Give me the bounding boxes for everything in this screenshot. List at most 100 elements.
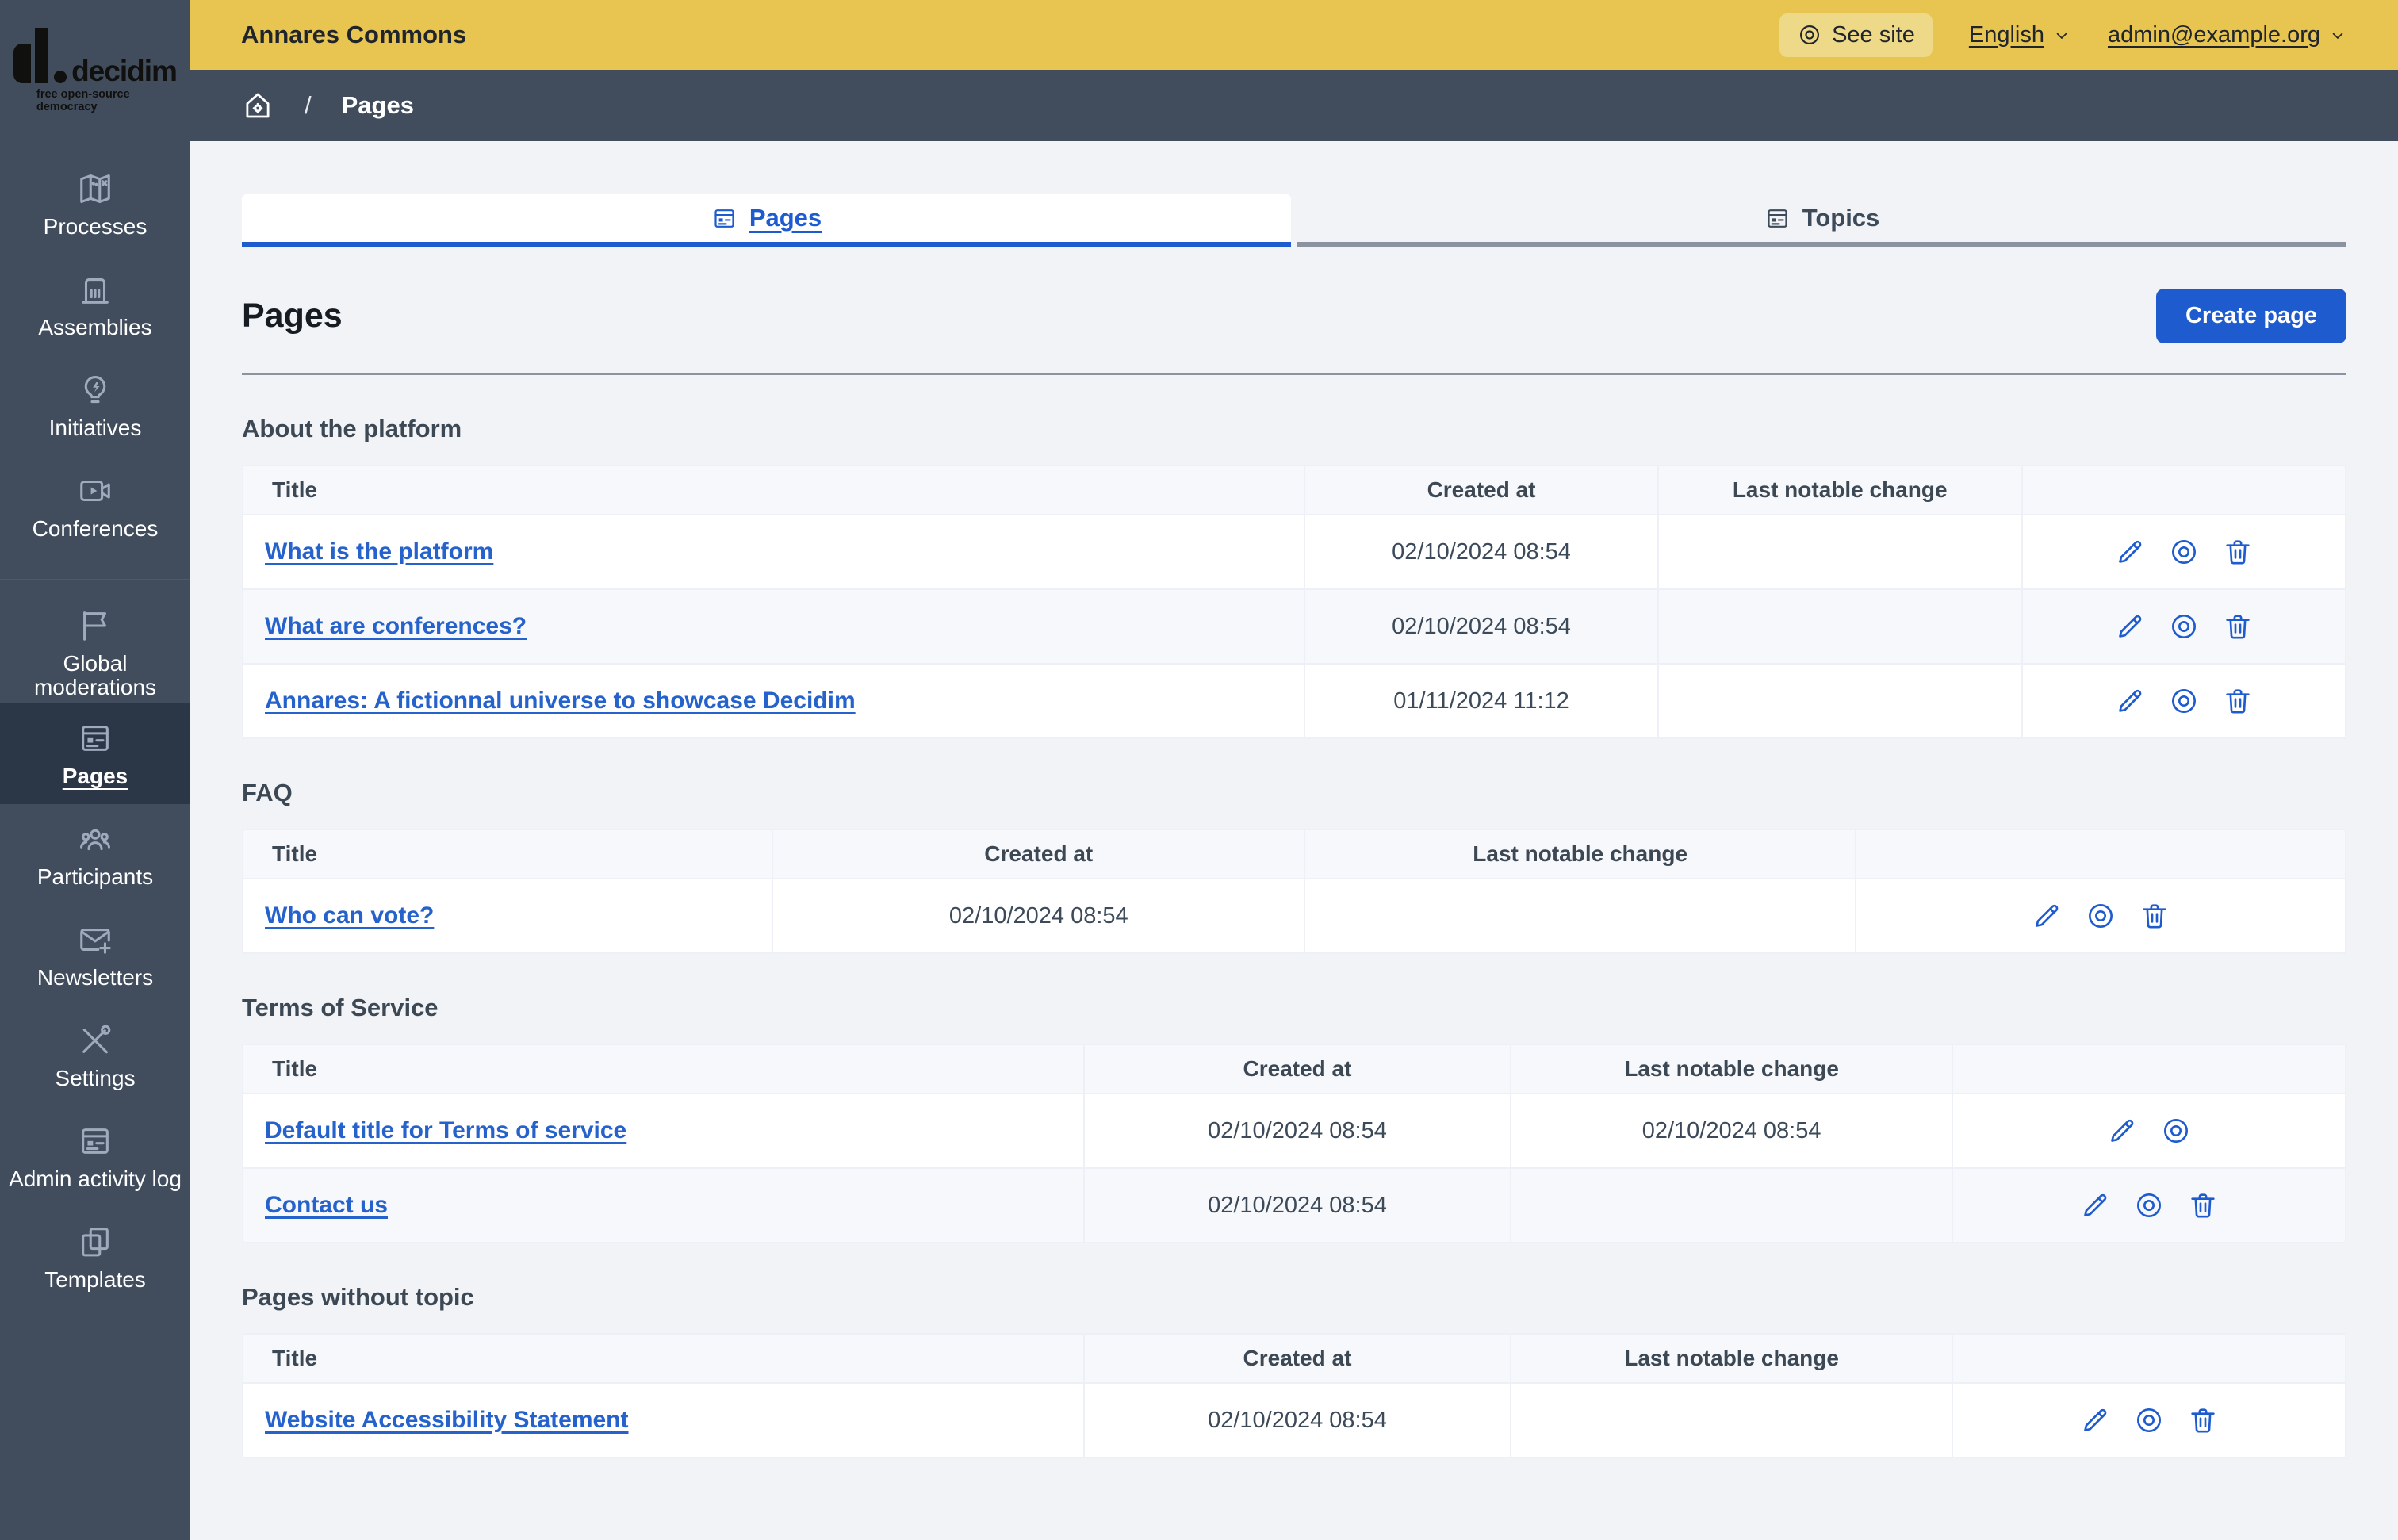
edit-button[interactable] [2079,1404,2111,1436]
delete-button[interactable] [2187,1404,2219,1436]
tab-label: Pages [749,204,822,232]
trash-icon [2226,615,2250,639]
delete-button[interactable] [2139,900,2170,932]
sidebar: decidim free open-source democracy Proce… [0,0,190,1540]
account-dropdown[interactable]: admin@example.org [2108,22,2347,48]
preview-button[interactable] [2168,685,2200,717]
preview-button[interactable] [2168,536,2200,568]
article-icon [77,1123,113,1159]
page-title-link[interactable]: Contact us [265,1192,388,1218]
preview-button[interactable] [2133,1189,2165,1221]
cell-actions [1952,1382,2346,1458]
edit-button[interactable] [2114,611,2146,642]
table-row: Default title for Terms of service 02/10/… [242,1093,2346,1169]
delete-button[interactable] [2222,611,2254,642]
table-header-row: Title Created at Last notable change [242,1333,2346,1384]
map-icon [77,170,113,207]
chevron-down-icon [2328,25,2347,44]
sidebar-item-pages[interactable]: Pages [0,703,190,804]
sidebar-item-label: Conferences [32,515,159,541]
building-icon [77,271,113,308]
article-icon [77,720,113,757]
edit-button[interactable] [2114,536,2146,568]
tools-icon [77,1022,113,1059]
edit-button[interactable] [2079,1189,2111,1221]
tab-pages[interactable]: Pages [242,194,1291,247]
delete-button[interactable] [2187,1189,2219,1221]
delete-button[interactable] [2222,685,2254,717]
page-title-link[interactable]: What are conferences? [265,613,527,639]
column-header-actions [1855,829,2346,879]
pencil-icon [2084,1193,2107,1216]
main-column: Annares Commons See site English admin@e… [190,0,2398,1540]
cell-actions [1855,878,2346,954]
preview-button[interactable] [2160,1115,2192,1147]
breadcrumb-separator: / [305,91,312,119]
home-icon[interactable] [241,89,274,122]
pages-topics-tabs: Pages Topics [242,194,2346,247]
column-header-title: Title [241,829,774,879]
column-header-actions [2021,465,2347,515]
cell-title: Who can vote? [241,878,774,954]
page-head: Pages Create page [242,289,2346,343]
cell-last-notable-change [1304,878,1857,954]
sidebar-item-label: Global moderations [33,651,157,699]
page-title-link[interactable]: Website Accessibility Statement [265,1407,629,1433]
see-site-button[interactable]: See site [1779,13,1933,57]
table-header-row: Title Created at Last notable change [241,465,2347,515]
video-icon [77,473,113,509]
section-faq: FAQ Title Created at Last notable change Who… [241,779,2346,954]
pages-table: Title Created at Last notable change Websit… [242,1333,2346,1458]
column-header-created: Created at [1082,1333,1512,1384]
create-page-button[interactable]: Create page [2155,289,2346,343]
sidebar-item-label: Processes [43,213,147,239]
eye-icon [2137,1193,2162,1217]
table-header-row: Title Created at Last notable change [242,1044,2346,1094]
edit-button[interactable] [2114,685,2146,717]
page-title-link[interactable]: Default title for Terms of service [265,1117,626,1144]
preview-button[interactable] [2133,1404,2165,1436]
preview-button[interactable] [2085,900,2116,932]
section-terms-of-service: Terms of Service Title Created at Last nota… [242,994,2346,1243]
sidebar-item-label: Pages [62,763,128,788]
table-row: What is the platform 02/10/2024 08:54 [241,514,2347,590]
edit-button[interactable] [2031,900,2063,932]
page-title-link[interactable]: What is the platform [265,538,493,565]
preview-button[interactable] [2168,611,2200,642]
topbar: Annares Commons See site English admin@e… [190,0,2398,70]
sidebar-item-templates[interactable]: Templates [0,1207,190,1308]
sidebar-item-global-moderations[interactable]: Global moderations [0,603,190,703]
section-heading: About the platform [242,415,462,442]
sidebar-item-initiatives[interactable]: Initiatives [0,355,190,456]
cell-created-at: 02/10/2024 08:54 [772,878,1306,954]
sidebar-item-label: Admin activity log [9,1166,182,1191]
cell-created-at: 02/10/2024 08:54 [1082,1382,1512,1458]
column-header-change: Last notable change [1510,1044,1954,1094]
organization-name: Annares Commons [241,21,467,48]
cell-created-at: 02/10/2024 08:54 [1304,588,1659,665]
decidim-logo-mark [13,28,67,83]
sidebar-item-processes[interactable]: Processes [0,154,190,255]
cell-title: Annares: A fictionnal universe to showca… [241,663,1306,739]
sidebar-nav-spaces: Processes Assemblies Initiatives Conference… [0,141,190,557]
edit-button[interactable] [2106,1115,2138,1147]
sidebar-item-participants[interactable]: Participants [0,804,190,905]
sidebar-item-conferences[interactable]: Conferences [0,456,190,557]
tab-topics[interactable]: Topics [1297,194,2346,247]
trash-icon [2191,1408,2215,1433]
sidebar-item-label: Newsletters [36,964,154,990]
language-dropdown[interactable]: English [1969,22,2071,48]
sidebar-item-settings[interactable]: Settings [0,1006,190,1106]
sidebar-item-assemblies[interactable]: Assemblies [0,255,190,355]
sidebar-item-newsletters[interactable]: Newsletters [0,905,190,1006]
decidim-logo-row: decidim [13,28,178,86]
decidim-logo[interactable]: decidim free open-source democracy [0,0,190,141]
page-title-link[interactable]: Annares: A fictionnal universe to showca… [265,688,856,714]
trash-icon [2191,1193,2215,1218]
chevron-down-icon [2052,25,2071,44]
delete-button[interactable] [2222,536,2254,568]
page-title-link[interactable]: Who can vote? [265,902,434,929]
pages-table: Title Created at Last notable change Defaul… [242,1044,2346,1243]
sidebar-item-admin-activity-log[interactable]: Admin activity log [0,1106,190,1207]
trash-icon [2143,904,2166,929]
